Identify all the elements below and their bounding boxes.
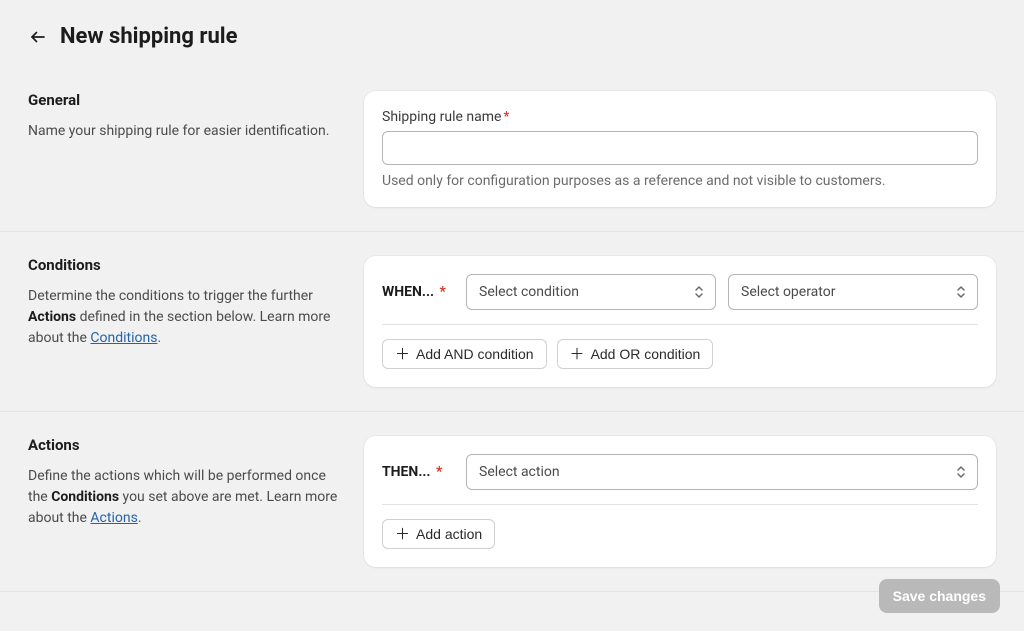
shipping-rule-name-label: Shipping rule name* [382, 109, 978, 125]
actions-doc-link[interactable]: Actions [90, 510, 137, 526]
section-desc-general: Name your shipping rule for easier ident… [28, 121, 340, 142]
section-general: General Name your shipping rule for easi… [0, 67, 1024, 232]
back-arrow[interactable] [28, 27, 48, 47]
select-action[interactable]: Select action [466, 454, 978, 490]
plus-icon: ＋ [395, 347, 410, 362]
chevrons-icon [955, 284, 967, 300]
chevrons-icon [955, 464, 967, 480]
page-title: New shipping rule [60, 24, 238, 49]
section-title-actions: Actions [28, 436, 340, 454]
section-actions: Actions Define the actions which will be… [0, 412, 1024, 592]
section-title-conditions: Conditions [28, 256, 340, 274]
section-desc-conditions: Determine the conditions to trigger the … [28, 286, 340, 349]
add-or-condition-button[interactable]: ＋ Add OR condition [557, 339, 714, 369]
save-changes-button[interactable]: Save changes [879, 579, 1000, 613]
plus-icon: ＋ [570, 347, 585, 362]
add-and-condition-button[interactable]: ＋ Add AND condition [382, 339, 547, 369]
when-label: WHEN... * [382, 284, 454, 300]
plus-icon: ＋ [395, 527, 410, 542]
select-operator[interactable]: Select operator [728, 274, 978, 310]
chevrons-icon [693, 284, 705, 300]
section-desc-actions: Define the actions which will be perform… [28, 466, 340, 529]
shipping-rule-name-hint: Used only for configuration purposes as … [382, 173, 978, 189]
section-conditions: Conditions Determine the conditions to t… [0, 232, 1024, 412]
then-label: THEN... * [382, 464, 454, 480]
add-action-button[interactable]: ＋ Add action [382, 519, 495, 549]
section-title-general: General [28, 91, 340, 109]
select-condition[interactable]: Select condition [466, 274, 716, 310]
shipping-rule-name-input[interactable] [382, 131, 978, 165]
conditions-doc-link[interactable]: Conditions [90, 330, 157, 346]
